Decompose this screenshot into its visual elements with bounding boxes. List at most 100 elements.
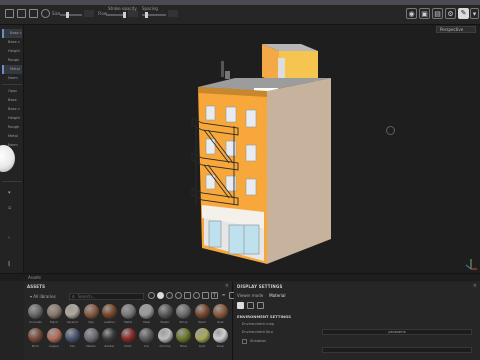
material-tile[interactable]: Leather: [101, 304, 118, 326]
material-tile-label: Brick: [31, 344, 39, 348]
material-tile[interactable]: Moss: [175, 328, 192, 350]
material-tile[interactable]: Concrete: [27, 304, 44, 326]
asset-filter-toolbar: T ≡: [148, 292, 236, 301]
tab-material[interactable]: Material: [269, 293, 285, 298]
text-icon[interactable]: T: [211, 292, 218, 299]
size-slider[interactable]: [60, 12, 82, 18]
material-tile[interactable]: Rust: [212, 304, 229, 326]
sidebar-item[interactable]: Metal: [2, 132, 22, 141]
projection-icon[interactable]: [29, 9, 38, 18]
spacing-value[interactable]: [168, 10, 178, 17]
viewport-camera-dropdown[interactable]: Perspective: [436, 26, 476, 33]
material-tile[interactable]: Copper: [46, 328, 63, 350]
brush-asset-icon[interactable]: [193, 292, 200, 299]
eraser-icon[interactable]: [17, 9, 26, 18]
material-tile-label: Metal: [124, 320, 132, 324]
material-tile[interactable]: Wood: [194, 304, 211, 326]
material-tile[interactable]: Tile: [64, 328, 81, 350]
building-model: [191, 44, 331, 264]
display-mode-icons: [237, 302, 264, 309]
close-icon[interactable]: ×: [473, 283, 477, 289]
sidebar-item[interactable]: Opac: [2, 87, 22, 96]
material-tile[interactable]: Iron: [138, 328, 155, 350]
shadows-checkbox[interactable]: [242, 339, 247, 344]
brush-preset-icon[interactable]: [41, 9, 50, 18]
spacing-slider[interactable]: [142, 12, 166, 18]
sidebar-item[interactable]: Height: [2, 114, 22, 123]
asset-grid: Concrete Fabric Ceramic Clay Leather Metal Ste…: [27, 304, 230, 350]
material-tile[interactable]: Gold: [194, 328, 211, 350]
material-tile[interactable]: Brick: [27, 328, 44, 350]
material-tile[interactable]: Metal: [120, 304, 137, 326]
brush-icon[interactable]: [5, 9, 14, 18]
material-tile[interactable]: Fabric: [46, 304, 63, 326]
slider-handle-icon[interactable]: ‖: [8, 261, 11, 267]
material-tile-label: Wood: [198, 320, 206, 324]
smart-mask-icon[interactable]: [166, 292, 173, 299]
material-tile[interactable]: Stone: [175, 304, 192, 326]
environment-blur-field[interactable]: panorama: [322, 329, 472, 335]
assets-search-input[interactable]: ⌕ Search...: [69, 293, 144, 300]
smart-material-icon[interactable]: [148, 292, 155, 299]
material-tile[interactable]: Silver: [212, 328, 229, 350]
camera-icon[interactable]: ◉: [406, 8, 417, 19]
flow-slider[interactable]: [106, 12, 126, 18]
material-filter-icon[interactable]: [157, 292, 164, 299]
menu-icon[interactable]: ≡: [220, 292, 227, 299]
shadows-label: Shadows: [250, 339, 267, 343]
material-tile-label: Concrete: [29, 320, 42, 324]
library-filter[interactable]: ▾ All libraries: [27, 293, 63, 300]
material-tile[interactable]: Paint: [120, 328, 137, 350]
close-icon[interactable]: ×: [225, 283, 229, 289]
window: [205, 105, 216, 121]
flow-value[interactable]: [128, 10, 138, 17]
sidebar-item[interactable]: Rough: [2, 56, 22, 65]
material-tile[interactable]: Rubber: [101, 328, 118, 350]
texture-set-sidebar: Base c Base c Height Rough Metal Norm Op…: [0, 25, 24, 273]
stroke-opacity-label: Stroke opacity: [108, 6, 137, 11]
view-icon[interactable]: ▣: [419, 8, 430, 19]
material-tile[interactable]: Plastic: [157, 304, 174, 326]
material-tile[interactable]: Steel: [138, 304, 155, 326]
environment-map-label: Environment map: [242, 322, 275, 326]
bottom-tab-label[interactable]: Assets: [28, 275, 41, 280]
square-icon[interactable]: ▫: [8, 205, 11, 211]
sidebar-item[interactable]: Norm: [2, 74, 22, 83]
dropdown-icon[interactable]: ▾: [8, 190, 11, 196]
material-tile-label: Steel: [142, 320, 151, 324]
material-tile[interactable]: Chrome: [157, 328, 174, 350]
filter-icon[interactable]: [175, 292, 182, 299]
sidebar-item[interactable]: Base c: [2, 38, 22, 47]
size-value[interactable]: [84, 10, 94, 17]
more-icon[interactable]: ▾: [470, 8, 479, 19]
settings-icon[interactable]: ⚙: [445, 8, 456, 19]
material-tile[interactable]: Clay: [83, 304, 100, 326]
material-thumbnail: [83, 328, 99, 343]
expand-icon[interactable]: ‹: [8, 235, 10, 241]
assets-panel: ASSETS × ▾ All libraries ⌕ Search... T ≡: [24, 282, 236, 360]
sidebar-item[interactable]: Base c: [2, 29, 22, 38]
paint-mode-icon[interactable]: ✎: [458, 8, 469, 19]
texture-icon[interactable]: [184, 292, 191, 299]
sidebar-item[interactable]: Height: [2, 47, 22, 56]
material-tile-label: Marble: [86, 344, 96, 348]
material-tile[interactable]: Marble: [83, 328, 100, 350]
sidebar-item[interactable]: Base c: [2, 105, 22, 114]
material-tile-label: Rubber: [104, 344, 115, 348]
stencil-icon[interactable]: [202, 292, 209, 299]
sidebar-item[interactable]: Base: [2, 96, 22, 105]
tab-viewer-mode[interactable]: Viewer mode: [237, 293, 263, 298]
brush-cursor: [386, 126, 395, 135]
sidebar-item[interactable]: Metal: [2, 65, 22, 74]
material-thumbnail: [28, 328, 43, 343]
environment-icon[interactable]: [237, 302, 244, 309]
material-tile[interactable]: Ceramic: [64, 304, 81, 326]
sidebar-item[interactable]: Rough: [2, 123, 22, 132]
rotation-field[interactable]: [322, 347, 472, 353]
image-icon[interactable]: ▤: [432, 8, 443, 19]
camera-icon[interactable]: [247, 302, 254, 309]
viewer-icon[interactable]: [257, 302, 264, 309]
material-tile-label: Silver: [216, 344, 225, 348]
environment-blur-label: Environment blur: [242, 330, 274, 334]
3d-viewport[interactable]: Perspective: [24, 25, 480, 273]
